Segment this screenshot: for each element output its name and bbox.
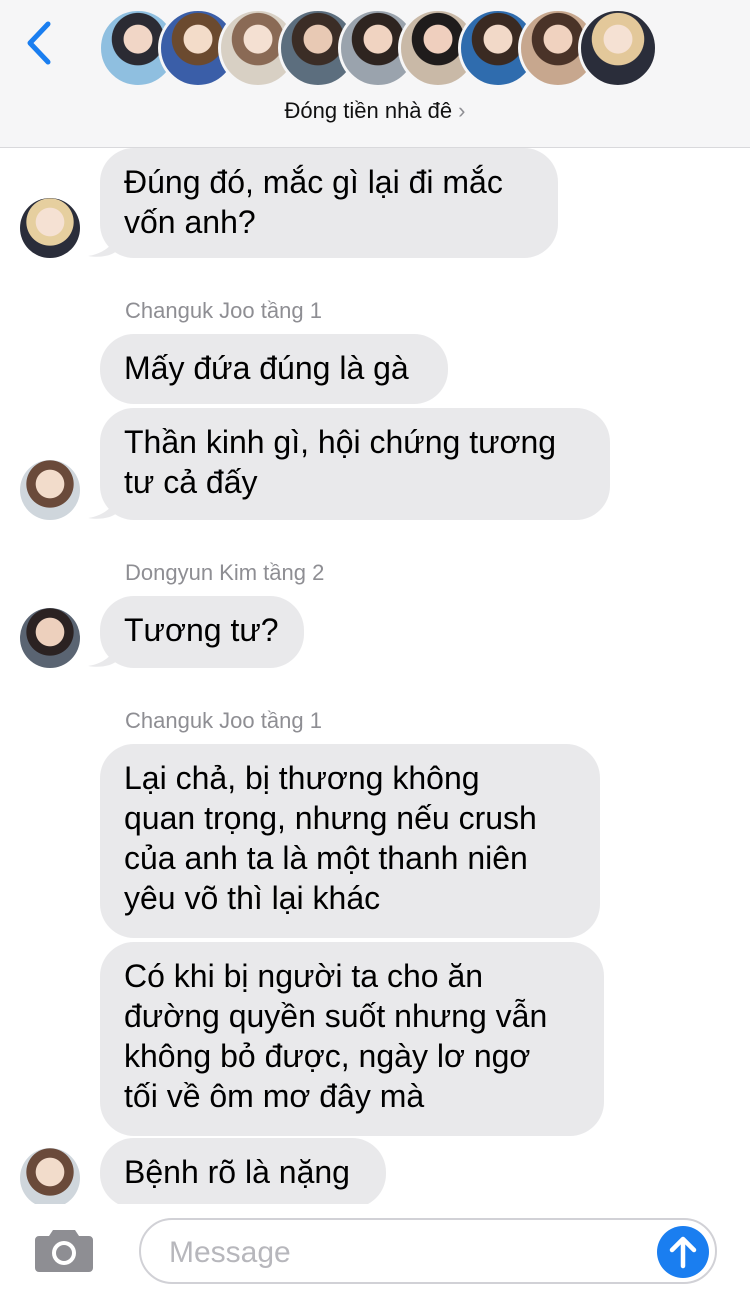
camera-icon — [35, 1230, 93, 1272]
conversation-header: Đóng tiền nhà đê › — [0, 0, 750, 148]
message-bubble[interactable]: Đúng đó, mắc gì lại đi mắc vốn anh? — [100, 148, 558, 258]
group-name-label: Đóng tiền nhà đê — [284, 98, 453, 123]
message-bubble[interactable]: Có khi bị người ta cho ăn đường quyền su… — [100, 942, 604, 1136]
arrow-up-icon — [669, 1236, 697, 1269]
message-bubble[interactable]: Mấy đứa đúng là gà — [100, 334, 448, 404]
message-bubble[interactable]: Tương tư? — [100, 596, 304, 668]
chevron-right-icon: › — [458, 98, 466, 123]
bubble-tail — [88, 494, 118, 519]
sender-avatar — [20, 608, 80, 668]
message-bubble[interactable]: Bệnh rõ là nặng — [100, 1138, 386, 1204]
sender-name: Dongyun Kim tầng 2 — [125, 560, 325, 585]
message-input[interactable]: Message — [139, 1218, 717, 1284]
bubble-tail — [88, 232, 118, 257]
member-avatar — [578, 8, 658, 88]
chevron-left-icon — [27, 21, 51, 65]
message-bubble[interactable]: Thần kinh gì, hội chứng tương tư cả đấy — [100, 408, 610, 520]
sender-avatar — [20, 460, 80, 520]
back-button[interactable] — [18, 18, 62, 68]
compose-bar: Message — [0, 1204, 750, 1295]
message-thread[interactable]: Đúng đó, mắc gì lại đi mắc vốn anh? Chan… — [0, 148, 750, 1204]
group-title[interactable]: Đóng tiền nhà đê › — [0, 98, 750, 124]
sender-avatar — [20, 1148, 80, 1204]
group-avatars[interactable] — [98, 8, 658, 90]
sender-name: Changuk Joo tầng 1 — [125, 298, 322, 323]
send-button[interactable] — [657, 1226, 709, 1278]
bubble-tail — [88, 642, 118, 667]
sender-avatar — [20, 198, 80, 258]
message-placeholder: Message — [169, 1236, 291, 1269]
sender-name: Changuk Joo tầng 1 — [125, 708, 322, 733]
message-bubble[interactable]: Lại chả, bị thương không quan trọng, như… — [100, 744, 600, 938]
camera-button[interactable] — [33, 1226, 95, 1274]
